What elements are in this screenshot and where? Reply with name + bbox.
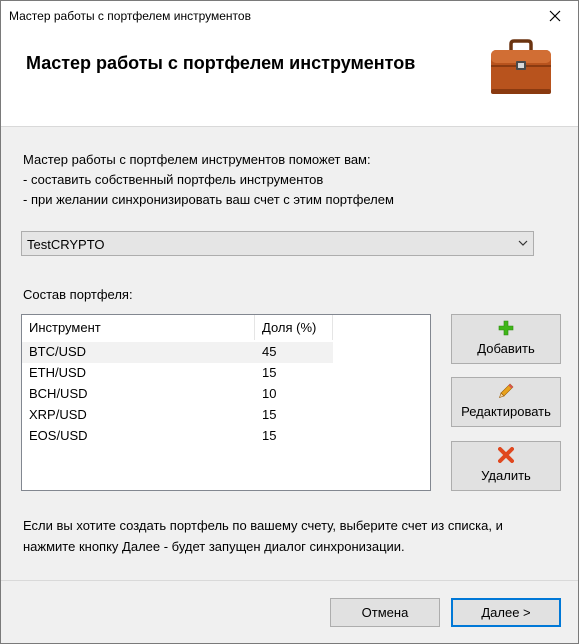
- composition-label: Состав портфеля:: [23, 287, 133, 302]
- instrument-cell: EOS/USD: [29, 428, 88, 443]
- table-row[interactable]: BTC/USD 45: [22, 342, 333, 363]
- table-row[interactable]: XRP/USD 15: [22, 405, 333, 426]
- column-header-share[interactable]: Доля (%): [255, 315, 333, 340]
- instrument-cell: ETH/USD: [29, 365, 87, 380]
- sync-hint-line: Если вы хотите создать портфель по вашем…: [23, 518, 503, 533]
- portfolio-select-value: TestCRYPTO: [27, 237, 105, 252]
- sync-hint-line: нажмите кнопку Далее - будет запущен диа…: [23, 539, 405, 554]
- briefcase-icon: [491, 39, 551, 94]
- instrument-cell: BCH/USD: [29, 386, 88, 401]
- add-button-label: Добавить: [477, 341, 535, 356]
- intro-line: Мастер работы с портфелем инструментов п…: [23, 152, 371, 167]
- chevron-down-icon: [518, 240, 528, 246]
- intro-line: - при желании синхронизировать ваш счет …: [23, 192, 394, 207]
- share-cell: 10: [262, 386, 277, 401]
- title-bar: Мастер работы с портфелем инструментов: [1, 1, 578, 31]
- intro-text: Мастер работы с портфелем инструментов п…: [23, 150, 394, 210]
- portfolio-select[interactable]: TestCRYPTO: [21, 231, 534, 256]
- wizard-header: Мастер работы с портфелем инструментов: [1, 31, 578, 127]
- share-cell: 15: [262, 407, 277, 422]
- instrument-cell: XRP/USD: [29, 407, 87, 422]
- intro-line: - составить собственный портфель инструм…: [23, 172, 324, 187]
- add-button[interactable]: Добавить: [451, 314, 561, 364]
- next-button[interactable]: Далее >: [451, 598, 561, 627]
- share-cell: 15: [262, 428, 277, 443]
- table-header: Инструмент Доля (%): [22, 315, 430, 340]
- column-header-instrument[interactable]: Инструмент: [22, 315, 255, 340]
- delete-button[interactable]: Удалить: [451, 441, 561, 491]
- sync-hint: Если вы хотите создать портфель по вашем…: [23, 515, 503, 557]
- edit-button-label: Редактировать: [461, 404, 551, 419]
- delete-button-label: Удалить: [481, 468, 531, 483]
- cancel-button[interactable]: Отмена: [330, 598, 440, 627]
- close-button[interactable]: [532, 1, 578, 31]
- pencil-icon: [499, 383, 514, 398]
- table-row[interactable]: BCH/USD 10: [22, 384, 333, 405]
- instrument-cell: BTC/USD: [29, 344, 87, 359]
- window-title: Мастер работы с портфелем инструментов: [9, 9, 251, 23]
- edit-button[interactable]: Редактировать: [451, 377, 561, 427]
- delete-x-icon: [498, 447, 514, 463]
- portfolio-table[interactable]: Инструмент Доля (%) BTC/USD 45 ETH/USD 1…: [21, 314, 431, 491]
- wizard-window: Мастер работы с портфелем инструментов М…: [0, 0, 579, 644]
- table-row[interactable]: EOS/USD 15: [22, 426, 333, 447]
- close-icon: [549, 10, 561, 22]
- page-title: Мастер работы с портфелем инструментов: [26, 53, 416, 73]
- share-cell: 45: [262, 344, 277, 359]
- share-cell: 15: [262, 365, 277, 380]
- plus-icon: [498, 320, 514, 336]
- table-row[interactable]: ETH/USD 15: [22, 363, 333, 384]
